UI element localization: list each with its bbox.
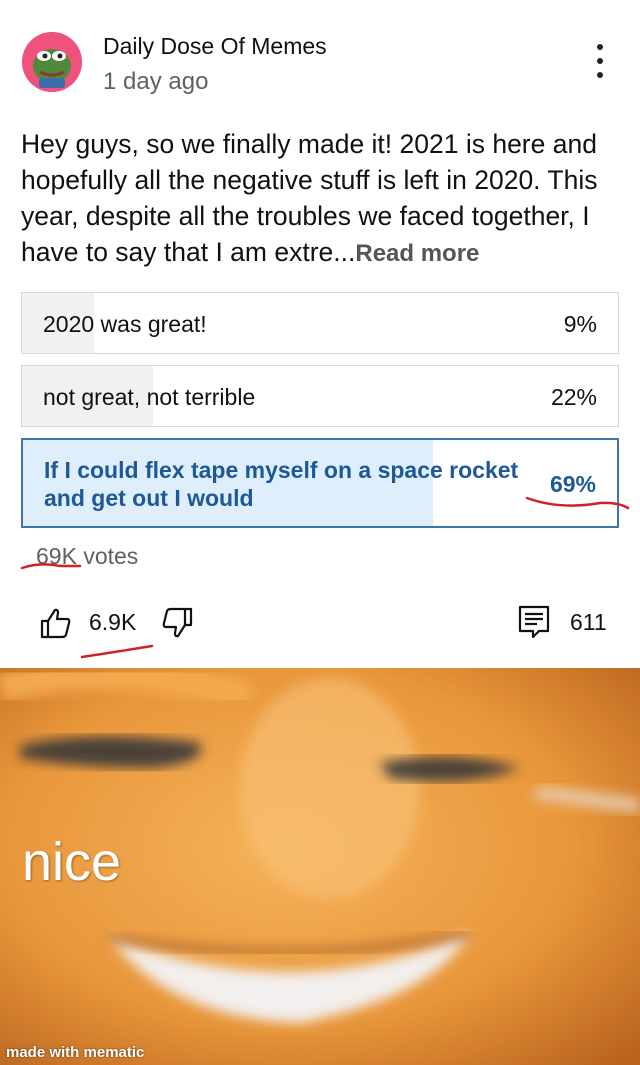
pepe-frog-icon (22, 32, 82, 92)
poll-option-percent: 22% (550, 384, 597, 410)
poll-option-percent: 9% (563, 311, 597, 337)
comment-icon[interactable] (517, 604, 551, 640)
poll-option-1[interactable]: 2020 was great! 9% (21, 292, 619, 354)
poll-option-label: 2020 was great! (43, 311, 207, 337)
mematic-watermark: made with mematic (6, 1044, 145, 1061)
like-count: 6.9K (89, 609, 137, 635)
more-vert-icon[interactable] (588, 44, 612, 88)
meme-caption: nice (22, 832, 122, 892)
post-text: Hey guys, so we finally made it! 2021 is… (21, 126, 621, 272)
read-more-link[interactable]: Read more (355, 240, 479, 267)
vote-count: 69K votes (36, 543, 139, 569)
channel-name[interactable]: Daily Dose Of Memes (103, 33, 327, 60)
post-body: Hey guys, so we finally made it! 2021 is… (21, 129, 598, 267)
thumb-up-icon[interactable] (39, 606, 73, 640)
comment-count: 611 (570, 609, 607, 635)
poll-option-percent: 69% (549, 471, 596, 497)
poll-option-label: If I could flex tape myself on a space r… (44, 457, 519, 511)
poll-option-2[interactable]: not great, not terrible 22% (21, 365, 619, 427)
poll-option-label: not great, not terrible (43, 384, 256, 410)
meme-image: nice made with mematic (0, 668, 640, 1065)
post-time: 1 day ago (103, 68, 209, 95)
thumb-down-icon[interactable] (160, 606, 194, 640)
poll-option-3-selected[interactable]: If I could flex tape myself on a space r… (21, 438, 619, 528)
channel-avatar[interactable] (22, 32, 82, 92)
community-post: Daily Dose Of Memes 1 day ago Hey guys, … (0, 0, 640, 668)
